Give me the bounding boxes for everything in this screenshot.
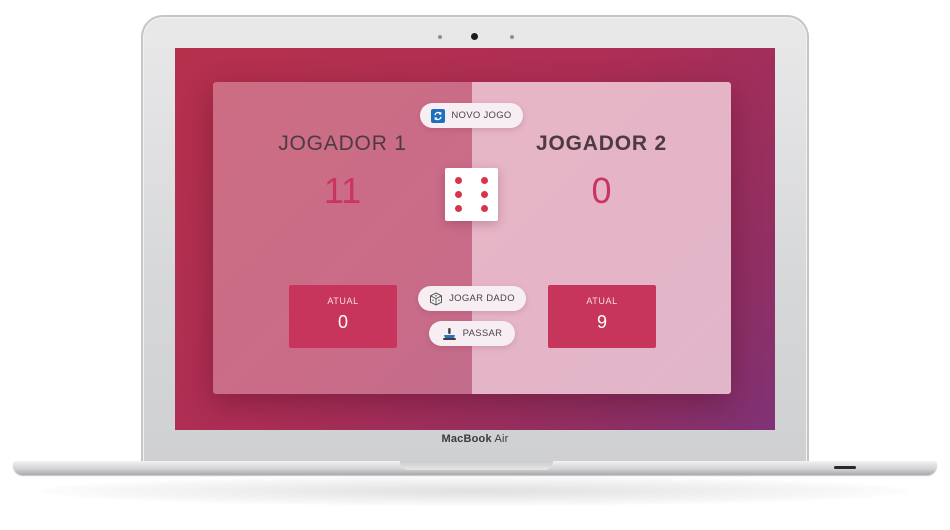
player-2-score: 0 [591, 170, 612, 211]
roll-dice-label: JOGAR DADO [449, 293, 515, 304]
dice-pip [455, 191, 462, 198]
sensor-left [438, 35, 442, 39]
brand-name: MacBook [441, 433, 492, 445]
hold-button[interactable]: PASSAR [429, 321, 515, 346]
laptop-notch [400, 461, 553, 470]
laptop-shadow [40, 476, 910, 506]
roll-dice-button[interactable]: JOGAR DADO [418, 286, 526, 311]
player-1-current-box: ATUAL 0 [289, 285, 397, 348]
laptop-screen: JOGADOR 1 11 ATUAL 0 JOGADOR 2 0 ATUAL 9 [175, 48, 775, 430]
dice-pip [481, 205, 488, 212]
laptop-port [834, 466, 856, 469]
player-1-current-label: ATUAL [327, 296, 359, 306]
player-1-score: 11 [323, 170, 362, 211]
player-2-current-value: 9 [596, 312, 607, 332]
player-1-current-value: 0 [337, 312, 348, 332]
hold-label: PASSAR [462, 328, 503, 339]
new-game-button[interactable]: NOVO JOGO [420, 103, 523, 128]
dice-icon [429, 291, 443, 306]
dice-pip [455, 177, 462, 184]
player-2-current-box: ATUAL 9 [548, 285, 656, 348]
sensor-right [510, 35, 514, 39]
dice-pip [481, 191, 488, 198]
player-2-panel: JOGADOR 2 0 ATUAL 9 [472, 82, 731, 394]
player-1-panel: JOGADOR 1 11 ATUAL 0 [213, 82, 472, 394]
player-2-name: JOGADOR 2 [536, 132, 667, 155]
player-2-current-label: ATUAL [586, 296, 618, 306]
dice [445, 168, 498, 221]
webcam [471, 33, 478, 40]
brand-model: Air [494, 433, 509, 445]
new-game-label: NOVO JOGO [451, 110, 512, 121]
hold-icon [442, 327, 457, 341]
laptop-brand: MacBook Air [0, 433, 950, 445]
player-1-name: JOGADOR 1 [278, 132, 407, 155]
dice-pip [455, 205, 462, 212]
refresh-icon [431, 108, 446, 123]
dice-pip [481, 177, 488, 184]
game-panel: JOGADOR 1 11 ATUAL 0 JOGADOR 2 0 ATUAL 9 [213, 82, 731, 394]
